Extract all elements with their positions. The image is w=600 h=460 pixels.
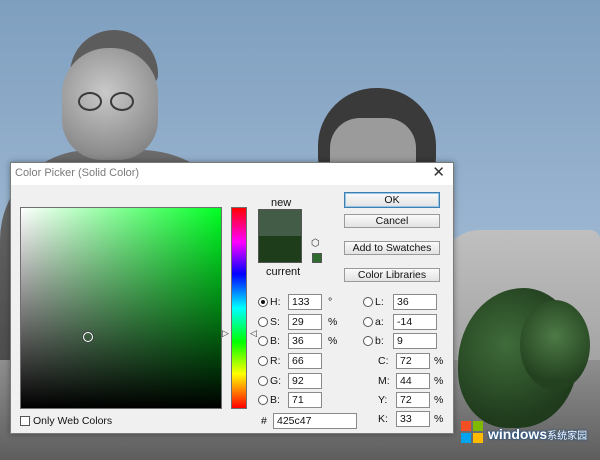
a-channel-radio[interactable] xyxy=(363,317,373,327)
brightness-row: B: 36 % xyxy=(258,333,338,349)
add-to-swatches-button[interactable]: Add to Swatches xyxy=(344,241,440,255)
blue-radio[interactable] xyxy=(258,395,268,405)
close-icon[interactable]: ✕ xyxy=(432,164,445,182)
hue-unit: ° xyxy=(328,296,333,308)
hue-slider-left-arrow-icon[interactable]: ▷ xyxy=(222,328,229,339)
cyan-label: C: xyxy=(378,355,389,367)
black-label: K: xyxy=(378,413,388,425)
hue-label: H: xyxy=(270,296,281,308)
glasses-left-lens xyxy=(78,92,102,111)
green-label: G: xyxy=(270,375,282,387)
hue-slider[interactable] xyxy=(231,207,247,409)
cyan-input[interactable]: 72 xyxy=(396,353,430,369)
new-color-label: new xyxy=(271,197,292,209)
new-color-swatch xyxy=(259,210,301,236)
black-input[interactable]: 33 xyxy=(396,411,430,427)
magenta-row: M: 44 % xyxy=(378,373,448,389)
color-field-cursor[interactable] xyxy=(83,332,93,342)
web-safe-swatch-icon[interactable] xyxy=(312,253,322,263)
brightness-label: B: xyxy=(270,335,280,347)
dialog-title: Color Picker (Solid Color) xyxy=(15,167,140,179)
green-input[interactable]: 92 xyxy=(288,373,322,389)
b-channel-row: b: 9 xyxy=(363,333,443,349)
only-web-colors-checkbox[interactable] xyxy=(20,416,30,426)
yellow-row: Y: 72 % xyxy=(378,392,448,408)
watermark-text: windows系统家园 xyxy=(488,426,587,442)
b-channel-radio[interactable] xyxy=(363,336,373,346)
b-channel-label: b: xyxy=(375,335,384,347)
saturation-unit: % xyxy=(328,316,338,328)
red-radio[interactable] xyxy=(258,356,268,366)
ok-button[interactable]: OK xyxy=(344,192,440,208)
only-web-colors-label: Only Web Colors xyxy=(33,415,113,427)
color-libraries-button[interactable]: Color Libraries xyxy=(344,268,440,282)
yellow-unit: % xyxy=(434,394,444,406)
yellow-input[interactable]: 72 xyxy=(396,392,430,408)
magenta-label: M: xyxy=(378,375,390,387)
glasses-right-lens xyxy=(110,92,134,111)
lightness-radio[interactable] xyxy=(363,297,373,307)
green-row: G: 92 xyxy=(258,373,338,389)
lightness-input[interactable]: 36 xyxy=(393,294,437,310)
cyan-row: C: 72 % xyxy=(378,353,448,369)
black-row: K: 33 % xyxy=(378,411,448,427)
hue-row: H: 133 ° xyxy=(258,294,338,310)
saturation-label: S: xyxy=(270,316,280,328)
yellow-label: Y: xyxy=(378,394,388,406)
blue-row: B: 71 xyxy=(258,392,338,408)
lightness-label: L: xyxy=(375,296,384,308)
current-color-label: current xyxy=(266,266,301,278)
black-unit: % xyxy=(434,413,444,425)
hue-slider-right-arrow-icon[interactable]: ◁ xyxy=(250,328,257,339)
title-bar[interactable]: Color Picker (Solid Color) ✕ xyxy=(11,163,453,185)
blue-label: B: xyxy=(270,394,280,406)
a-channel-row: a: -14 xyxy=(363,314,443,330)
brightness-radio[interactable] xyxy=(258,336,268,346)
watermark-brand: windows xyxy=(488,426,548,442)
color-preview-swatch xyxy=(258,209,302,263)
cancel-button[interactable]: Cancel xyxy=(344,214,440,228)
current-color-swatch[interactable] xyxy=(259,236,301,262)
hex-label: # xyxy=(261,415,267,427)
watermark-suffix: 系统家园 xyxy=(547,431,588,442)
hex-input[interactable]: 425c47 xyxy=(273,413,357,429)
hex-row: # 425c47 xyxy=(261,413,371,429)
brightness-input[interactable]: 36 xyxy=(288,333,322,349)
magenta-unit: % xyxy=(434,375,444,387)
color-field[interactable] xyxy=(20,207,222,409)
saturation-radio[interactable] xyxy=(258,317,268,327)
b-channel-input[interactable]: 9 xyxy=(393,333,437,349)
saturation-input[interactable]: 29 xyxy=(288,314,322,330)
parsley-bunch-2 xyxy=(520,300,590,390)
red-input[interactable]: 66 xyxy=(288,353,322,369)
cyan-unit: % xyxy=(434,355,444,367)
saturation-row: S: 29 % xyxy=(258,314,338,330)
red-label: R: xyxy=(270,355,281,367)
a-channel-label: a: xyxy=(375,316,384,328)
brightness-unit: % xyxy=(328,335,338,347)
windows-logo-icon xyxy=(461,421,483,443)
color-picker-dialog: Color Picker (Solid Color) ✕ ▷ ◁ new cur… xyxy=(10,162,454,434)
red-row: R: 66 xyxy=(258,353,338,369)
hue-radio[interactable] xyxy=(258,297,268,307)
magenta-input[interactable]: 44 xyxy=(396,373,430,389)
hue-input[interactable]: 133 xyxy=(288,294,322,310)
green-radio[interactable] xyxy=(258,376,268,386)
lightness-row: L: 36 xyxy=(363,294,443,310)
watermark: windows系统家园 xyxy=(460,412,600,452)
out-of-gamut-cube-icon[interactable]: ⬡ xyxy=(311,239,321,249)
a-channel-input[interactable]: -14 xyxy=(393,314,437,330)
blue-input[interactable]: 71 xyxy=(288,392,322,408)
